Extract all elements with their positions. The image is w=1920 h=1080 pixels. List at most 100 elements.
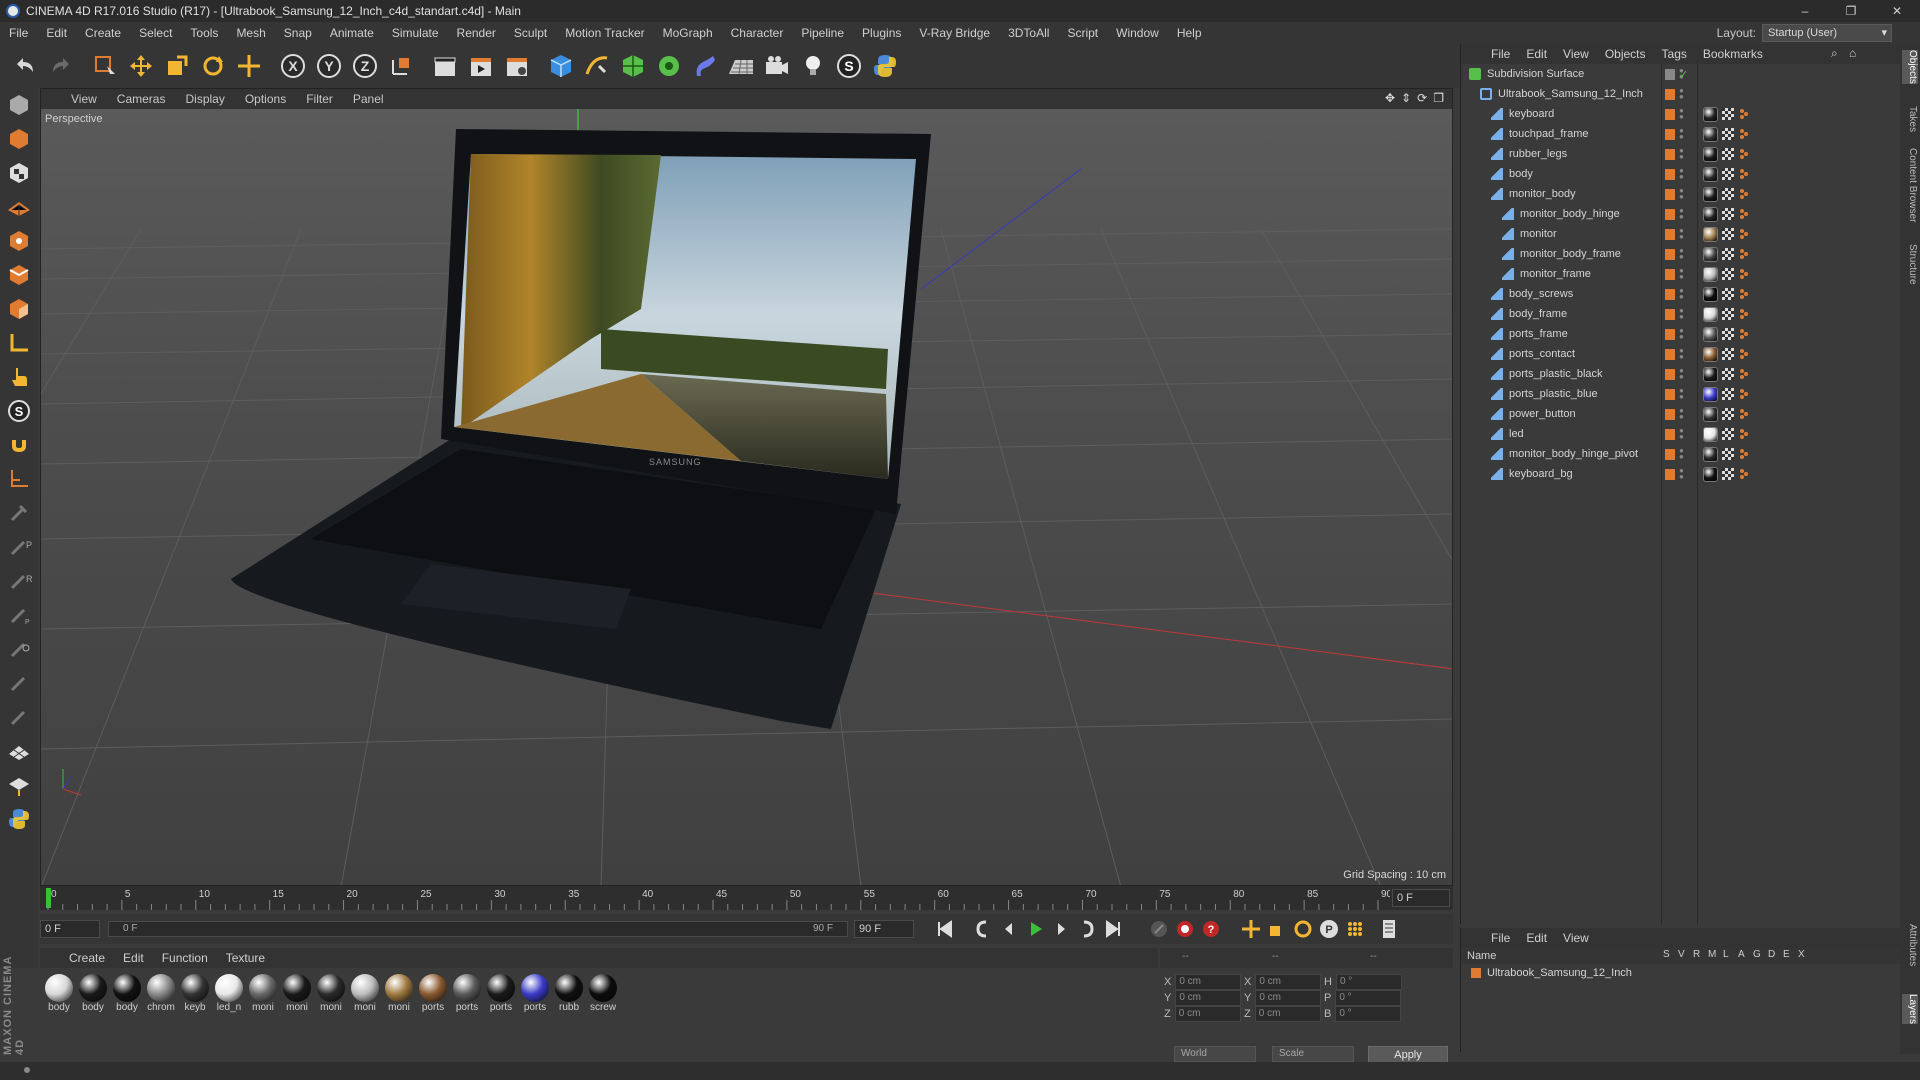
layer-color-flag[interactable] (1665, 328, 1675, 340)
object-row[interactable]: keyboard ● ● (1461, 104, 1899, 124)
tab-content-browser[interactable]: Content Browser (1902, 148, 1918, 222)
add-generator-button[interactable] (616, 49, 650, 83)
material-swatch[interactable]: keyb (178, 974, 212, 1013)
workplane-mode-button[interactable] (1, 190, 37, 224)
redo-button[interactable] (44, 49, 78, 83)
brush-tool-button-6[interactable] (1, 666, 37, 700)
phong-tag-icon[interactable] (1739, 388, 1749, 400)
layer-color-flag[interactable] (1665, 388, 1675, 400)
menu-snap[interactable]: Snap (275, 22, 321, 44)
layer-color-flag[interactable] (1665, 428, 1675, 440)
layer-row[interactable]: Ultrabook_Samsung_12_Inch (1461, 964, 1900, 982)
add-environment-button[interactable] (724, 49, 758, 83)
coordinate-value-field[interactable]: 0 ° (1335, 974, 1402, 990)
layer-color-flag[interactable] (1665, 88, 1675, 100)
coordinate-value-field[interactable]: 0 cm (1175, 974, 1242, 990)
visibility-dots[interactable]: ● ● (1679, 107, 1684, 121)
material-tag-icon[interactable] (1703, 306, 1718, 322)
tab-objects[interactable]: Objects (1902, 50, 1918, 84)
live-selection-button[interactable] (88, 49, 122, 83)
viewport[interactable]: View Cameras Display Options Filter Pane… (40, 88, 1453, 886)
layer-menu-view[interactable]: View (1555, 931, 1597, 945)
layer-color-flag[interactable] (1665, 308, 1675, 320)
phong-tag-icon[interactable] (1739, 148, 1749, 160)
layer-color-flag[interactable] (1665, 228, 1675, 240)
material-swatch[interactable]: body (42, 974, 76, 1013)
phong-tag-icon[interactable] (1739, 268, 1749, 280)
objects-menu-edit[interactable]: Edit (1518, 47, 1555, 61)
material-swatch[interactable]: chrom (144, 974, 178, 1013)
key-pla-button[interactable] (1342, 916, 1368, 942)
minimize-button[interactable]: – (1782, 0, 1828, 22)
object-row[interactable]: led ● ● (1461, 424, 1899, 444)
viewport-canvas[interactable]: SAMSUNG (41, 109, 1452, 885)
material-tag-icon[interactable] (1703, 466, 1718, 482)
layer-color-flag[interactable] (1665, 208, 1675, 220)
material-swatch[interactable]: body (110, 974, 144, 1013)
material-tag-icon[interactable] (1703, 206, 1718, 222)
object-row[interactable]: Ultrabook_Samsung_12_Inch ● ● (1461, 84, 1899, 104)
polygons-mode-button[interactable] (1, 292, 37, 326)
add-deformer-button[interactable] (688, 49, 722, 83)
menu-tools[interactable]: Tools (181, 22, 227, 44)
snap-button[interactable]: S (1, 394, 37, 428)
layer-column-header[interactable]: A (1738, 949, 1745, 960)
layer-column-header[interactable]: G (1753, 949, 1761, 960)
axis-mode-button[interactable] (1, 326, 37, 360)
material-tag-icon[interactable] (1703, 286, 1718, 302)
texture-tag-icon[interactable] (1722, 388, 1734, 400)
material-menu-create[interactable]: Create (60, 951, 114, 965)
texture-tag-icon[interactable] (1722, 428, 1734, 440)
end-frame-field[interactable]: 90 F (854, 920, 914, 938)
material-tag-icon[interactable] (1703, 426, 1718, 442)
material-tag-icon[interactable] (1703, 146, 1718, 162)
object-row[interactable]: monitor_frame ● ● (1461, 264, 1899, 284)
visibility-dots[interactable]: ● ● (1679, 287, 1684, 301)
material-swatch[interactable]: ports (416, 974, 450, 1013)
goto-end-button[interactable] (1100, 916, 1126, 942)
layer-column-header[interactable]: D (1768, 949, 1775, 960)
visibility-dots[interactable]: ● ● (1679, 387, 1684, 401)
visibility-dots[interactable]: ● ● (1679, 127, 1684, 141)
phong-tag-icon[interactable] (1739, 308, 1749, 320)
material-swatch[interactable]: screw (586, 974, 620, 1013)
texture-tag-icon[interactable] (1722, 168, 1734, 180)
layer-color-flag[interactable] (1665, 248, 1675, 260)
material-swatch[interactable]: moni (314, 974, 348, 1013)
menu-create[interactable]: Create (76, 22, 130, 44)
menu-mesh[interactable]: Mesh (227, 22, 274, 44)
tab-attributes[interactable]: Attributes (1902, 924, 1918, 966)
visibility-dots[interactable]: ● ● (1679, 427, 1684, 441)
autokey-button[interactable] (1172, 916, 1198, 942)
layer-color-flag[interactable] (1665, 188, 1675, 200)
material-tag-icon[interactable] (1703, 386, 1718, 402)
menu-select[interactable]: Select (130, 22, 181, 44)
objects-menu-objects[interactable]: Objects (1597, 47, 1654, 61)
texture-tag-icon[interactable] (1722, 148, 1734, 160)
x-axis-lock-button[interactable]: X (276, 49, 310, 83)
material-tag-icon[interactable] (1703, 326, 1718, 342)
material-tag-icon[interactable] (1703, 366, 1718, 382)
pan-icon[interactable]: ✥ (1385, 91, 1395, 105)
menu-script[interactable]: Script (1058, 22, 1107, 44)
add-mograph-button[interactable] (652, 49, 686, 83)
visibility-dots[interactable]: ● ● (1679, 167, 1684, 181)
visibility-dots[interactable]: ● ● (1679, 367, 1684, 381)
menu-pipeline[interactable]: Pipeline (792, 22, 853, 44)
visibility-dots[interactable]: ● ● (1679, 467, 1684, 481)
menu-mograph[interactable]: MoGraph (654, 22, 722, 44)
menu-animate[interactable]: Animate (321, 22, 383, 44)
y-axis-lock-button[interactable]: Y (312, 49, 346, 83)
start-frame-field[interactable]: 0 F (40, 920, 100, 938)
visibility-dots[interactable]: ● ● (1679, 247, 1684, 261)
layer-color-flag[interactable] (1665, 288, 1675, 300)
coordinate-value-field[interactable]: 0 cm (1254, 1006, 1321, 1022)
material-menu-edit[interactable]: Edit (114, 951, 153, 965)
material-tag-icon[interactable] (1703, 446, 1718, 462)
texture-tag-icon[interactable] (1722, 228, 1734, 240)
material-swatch[interactable]: moni (246, 974, 280, 1013)
menu-simulate[interactable]: Simulate (383, 22, 448, 44)
texture-tag-icon[interactable] (1722, 308, 1734, 320)
workplane-grid-button[interactable] (1, 768, 37, 802)
object-row[interactable]: keyboard_bg ● ● (1461, 464, 1899, 484)
